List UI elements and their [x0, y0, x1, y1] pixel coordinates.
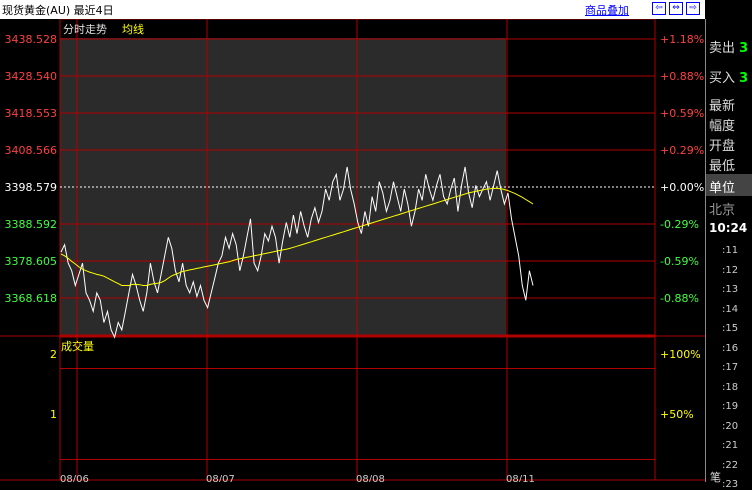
- time-tick-label: :13: [722, 284, 739, 295]
- percent-tick-label: -0.88%: [660, 292, 699, 305]
- time-tick-label: :11: [722, 245, 739, 256]
- time-tick-label: :15: [722, 323, 739, 334]
- open-label: 开盘: [709, 139, 736, 154]
- time-tick-label: :14: [722, 303, 739, 315]
- time-tick-label: :18: [722, 381, 739, 393]
- sell-value: 3: [739, 41, 749, 56]
- buy-value: 3: [739, 71, 749, 86]
- low-label: 最低: [709, 159, 736, 174]
- time-tick-label: :23: [722, 479, 739, 490]
- buy-row: 买入 3: [709, 67, 748, 86]
- time-tick-label: :17: [722, 362, 739, 373]
- date-tick-label: 08/06: [60, 474, 89, 482]
- time-tick-label: :20: [722, 420, 739, 432]
- quote-side-panel: 卖出 3 买入 3 最新 幅度 开盘 最低 单位 北京 10:24 :11 :12…: [705, 19, 752, 490]
- bottom-label: 笔: [710, 471, 721, 484]
- price-tick-label: 3368.618: [5, 292, 58, 305]
- legend-ma-label: 均线: [122, 22, 144, 36]
- time-tick-label: :12: [722, 264, 739, 276]
- sell-row: 卖出 3: [709, 37, 748, 56]
- volume-tick-label: 2: [50, 348, 57, 361]
- time-label: 10:24: [709, 221, 748, 235]
- volume-percent-label: +50%: [660, 408, 694, 421]
- time-tick-label: :19: [722, 401, 739, 412]
- range-label: 幅度: [709, 119, 736, 134]
- legend-price-label: 分时走势: [63, 23, 107, 36]
- time-tick-label: :21: [722, 440, 739, 451]
- price-tick-label: 3408.566: [5, 144, 58, 157]
- price-tick-label: 3438.528: [5, 33, 58, 46]
- window-title-bar: 现货黄金(AU) 最近4日 商品叠加 ⇦ ⇔ ⇨: [0, 0, 705, 19]
- restore-icon[interactable]: ⇔: [669, 2, 683, 15]
- percent-tick-label: +1.18%: [660, 33, 704, 46]
- city-label: 北京: [709, 203, 736, 218]
- price-tick-label: 3398.579: [5, 181, 58, 194]
- date-tick-label: 08/11: [506, 474, 535, 482]
- price-tick-label: 3428.540: [5, 70, 58, 83]
- sell-label: 卖出: [709, 41, 736, 56]
- volume-percent-label: +100%: [660, 348, 701, 361]
- date-tick-label: 08/08: [356, 474, 385, 482]
- price-tick-label: 3378.605: [5, 255, 58, 268]
- date-tick-label: 08/07: [206, 474, 235, 482]
- chart-highlight-area: [60, 38, 506, 335]
- percent-tick-label: +0.29%: [660, 144, 704, 157]
- intraday-chart: 3438.528 3428.540 3418.553 3408.566 3398.579…: [0, 19, 705, 482]
- zoom-out-icon[interactable]: ⇨: [686, 2, 700, 15]
- commodity-overlay-link[interactable]: 商品叠加: [585, 2, 629, 18]
- percent-tick-label: -0.59%: [660, 255, 699, 268]
- zoom-in-icon[interactable]: ⇦: [652, 2, 666, 15]
- percent-tick-label: -0.29%: [660, 218, 699, 231]
- price-tick-label: 3388.592: [5, 218, 58, 231]
- percent-tick-label: +0.88%: [660, 70, 704, 83]
- time-tick-label: :22: [722, 459, 739, 471]
- buy-label: 买入: [709, 71, 736, 86]
- volume-tick-label: 1: [50, 408, 57, 421]
- price-tick-label: 3418.553: [5, 107, 58, 120]
- latest-label: 最新: [709, 99, 736, 114]
- percent-tick-label: +0.00%: [660, 181, 704, 194]
- percent-tick-label: +0.59%: [660, 107, 704, 120]
- unit-label: 单位: [709, 181, 736, 196]
- volume-panel-label: 成交量: [61, 339, 94, 353]
- window-title: 现货黄金(AU) 最近4日: [2, 4, 114, 17]
- time-tick-label: :16: [722, 342, 739, 354]
